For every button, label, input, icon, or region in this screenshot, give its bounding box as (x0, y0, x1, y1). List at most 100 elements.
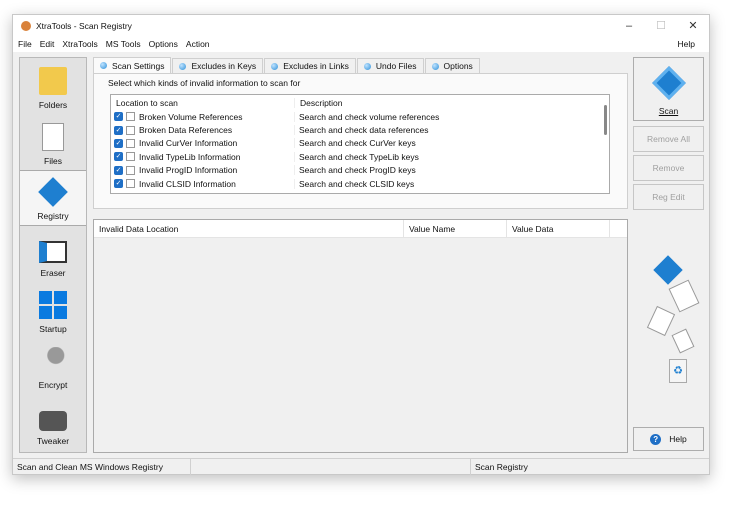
location-cell: ✓ Invalid CLSID Information (111, 178, 295, 189)
tweaker-icon (39, 411, 67, 431)
registry-icon (38, 177, 68, 207)
status-description: Scan and Clean MS Windows Registry (13, 459, 191, 475)
tab-icon (363, 62, 371, 70)
column-header-value-data[interactable]: Value Data (507, 220, 610, 237)
description-cell: Search and check CurVer keys (299, 138, 416, 149)
column-header-location[interactable]: Location to scan (111, 97, 295, 108)
sidebar-label: Registry (37, 211, 69, 221)
status-bar: Scan and Clean MS Windows Registry Scan … (13, 458, 709, 475)
checkbox[interactable]: ✓ (114, 112, 123, 122)
tab-label: Excludes in Links (283, 61, 349, 71)
help-label: Help (669, 434, 687, 444)
location-name: Broken Data References (139, 125, 233, 136)
sidebar-label: Tweaker (36, 436, 70, 446)
column-header-location[interactable]: Invalid Data Location (94, 220, 404, 237)
tab-icon (100, 62, 107, 69)
location-cell: ✓ Broken Volume References (111, 111, 295, 122)
tab-label: Scan Settings (112, 60, 165, 71)
checkbox[interactable]: ✓ (114, 152, 123, 162)
folder-icon (39, 67, 67, 95)
sidebar-label: Eraser (40, 268, 66, 278)
document-icon (671, 328, 695, 354)
registry-item-icon (126, 138, 135, 148)
maximize-button[interactable]: ☐ (645, 15, 677, 36)
checkbox[interactable]: ✓ (114, 179, 123, 189)
checkbox[interactable]: ✓ (114, 165, 123, 175)
window-title: XtraTools - Scan Registry (36, 20, 132, 31)
remove-all-button[interactable]: Remove All (633, 126, 704, 152)
menu-options[interactable]: Options (149, 39, 178, 49)
list-item[interactable]: ✓ Broken Volume References Search and chec… (111, 110, 609, 123)
tab-label: Excludes in Keys (191, 61, 257, 71)
scrollbar[interactable] (604, 105, 607, 135)
tab-undo-files[interactable]: Undo Files (356, 58, 424, 73)
location-name: Invalid ProgID Information (139, 165, 238, 176)
menu-action[interactable]: Action (186, 39, 210, 49)
tab-label: Undo Files (375, 61, 417, 71)
location-cell: ✓ Broken Data References (111, 125, 295, 136)
sidebar-item-files[interactable]: Files (20, 114, 86, 170)
column-header-value-name[interactable]: Value Name (404, 220, 507, 237)
registry-item-icon (126, 125, 135, 135)
location-name: Broken Volume References (139, 111, 243, 122)
tab-icon (271, 62, 279, 70)
sidebar-item-startup[interactable]: Startup (20, 282, 86, 338)
scan-list: Location to scan Description ✓ Broken Vol… (110, 94, 610, 194)
status-empty (191, 459, 471, 475)
list-item[interactable]: ✓ Broken Data References Search and check … (111, 123, 609, 136)
help-button[interactable]: ? Help (633, 427, 704, 451)
minimize-button[interactable]: – (613, 15, 645, 36)
sidebar-label: Startup (39, 324, 67, 334)
menu-file[interactable]: File (18, 39, 32, 49)
description-cell: Search and check data references (299, 125, 429, 136)
sidebar-item-encrypt[interactable]: Encrypt (20, 338, 86, 394)
list-item[interactable]: ✓ Invalid TypeLib Information Search and c… (111, 150, 609, 163)
results-table: Invalid Data Location Value Name Value D… (93, 219, 628, 453)
list-item[interactable]: ✓ Invalid ProgID Information Search and ch… (111, 164, 609, 177)
tab-scan-settings[interactable]: Scan Settings (93, 57, 172, 73)
tab-excludes-in-keys[interactable]: Excludes in Keys (172, 58, 264, 73)
location-name: Invalid TypeLib Information (139, 151, 241, 162)
sidebar-label: Folders (38, 100, 68, 110)
sidebar-item-tweaker[interactable]: Tweaker (20, 394, 86, 450)
remove-button[interactable]: Remove (633, 155, 704, 181)
eraser-icon (39, 241, 67, 263)
checkbox[interactable]: ✓ (114, 125, 123, 135)
description-cell: Search and check volume references (299, 111, 440, 122)
scan-label: Scan (658, 106, 679, 116)
menu-ms-tools[interactable]: MS Tools (106, 39, 141, 49)
reg-edit-button[interactable]: Reg Edit (633, 184, 704, 210)
registry-item-icon (126, 112, 135, 122)
key-icon (39, 347, 67, 375)
menu-bar: File Edit XtraTools MS Tools Options Act… (13, 36, 709, 52)
sidebar-item-folders[interactable]: Folders (20, 58, 86, 114)
list-item[interactable]: ✓ Invalid CurVer Information Search and ch… (111, 137, 609, 150)
menu-edit[interactable]: Edit (40, 39, 55, 49)
sidebar-item-eraser[interactable]: Eraser (20, 226, 86, 282)
location-name: Invalid CurVer Information (139, 138, 238, 149)
registry-cube-icon (653, 255, 683, 285)
status-module: Scan Registry (475, 462, 528, 472)
sidebar-item-registry[interactable]: Registry (20, 170, 86, 226)
list-item[interactable]: ✓ Invalid CLSID Information Search and che… (111, 177, 609, 190)
scan-button[interactable]: Scan (633, 57, 704, 121)
checkbox[interactable]: ✓ (114, 138, 123, 148)
column-header-description[interactable]: Description (295, 98, 343, 108)
registry-cleanup-illustration: ♻ (646, 253, 709, 393)
document-icon (646, 305, 676, 337)
tab-icon (179, 62, 187, 70)
tab-strip: Scan Settings Excludes in Keys Excludes … (93, 57, 481, 73)
sidebar-label: Files (44, 156, 62, 166)
location-cell: ✓ Invalid CurVer Information (111, 138, 295, 149)
location-cell: ✓ Invalid ProgID Information (111, 165, 295, 176)
menu-help[interactable]: Help (678, 39, 695, 49)
scan-settings-panel: Select which kinds of invalid informatio… (93, 73, 628, 209)
tab-options[interactable]: Options (424, 58, 480, 73)
document-icon (668, 279, 700, 313)
tab-excludes-in-links[interactable]: Excludes in Links (264, 58, 356, 73)
menu-xtratools[interactable]: XtraTools (62, 39, 97, 49)
sidebar: Folders Files Registry Eraser Startup En… (19, 57, 87, 453)
recycle-bin-icon: ♻ (669, 359, 687, 383)
tab-label: Options (443, 61, 473, 71)
close-button[interactable]: ✕ (677, 15, 709, 36)
